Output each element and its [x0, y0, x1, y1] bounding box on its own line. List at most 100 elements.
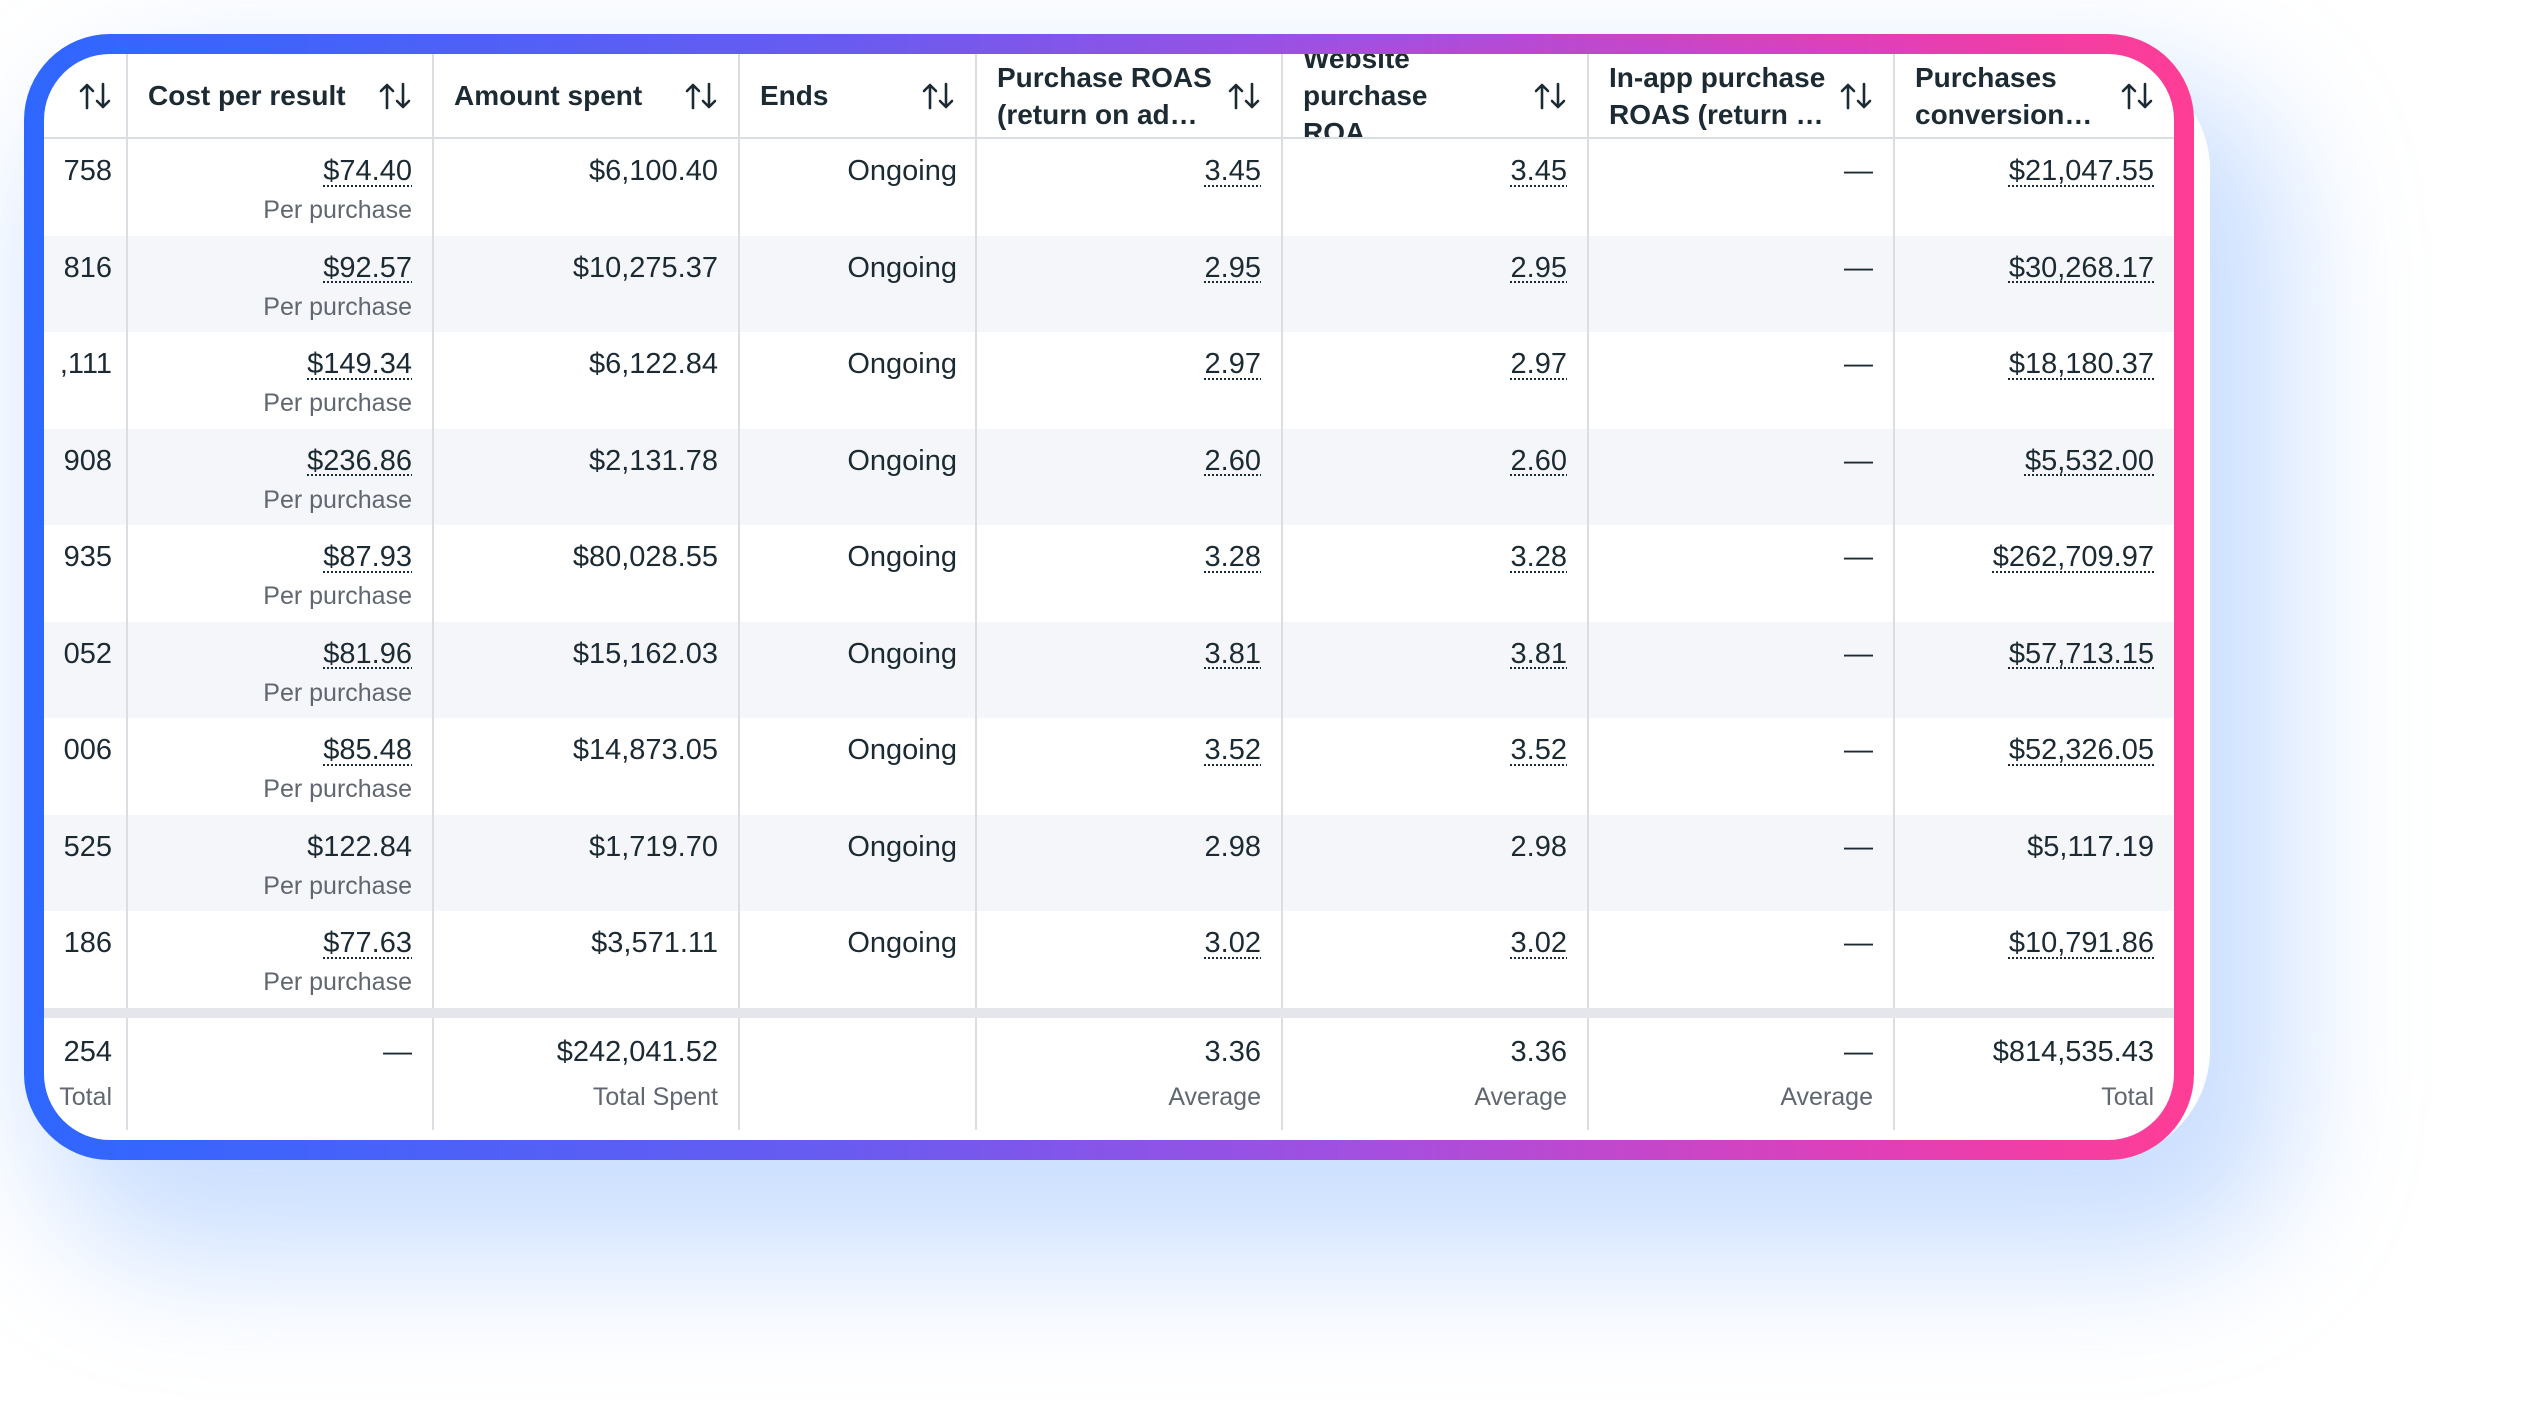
sort-arrows-icon[interactable]: [684, 81, 718, 111]
total-purchases-conversion-label: Total: [2101, 1082, 2154, 1111]
cell-amount-spent: $15,162.03: [434, 621, 740, 718]
inapp-purchase-roas-value: —: [1844, 155, 1873, 187]
amount-spent-value: $6,100.40: [588, 155, 718, 187]
col-header-amount-spent[interactable]: Amount spent: [434, 54, 740, 139]
website-purchase-roas-value[interactable]: 3.81: [1511, 638, 1567, 670]
purchases-conversion-value[interactable]: $21,047.55: [2009, 155, 2154, 187]
purchase-roas-value[interactable]: 3.52: [1205, 734, 1261, 766]
purchases-conversion-value[interactable]: $262,709.97: [1993, 541, 2154, 573]
purchases-conversion-value[interactable]: $57,713.15: [2009, 638, 2154, 670]
col-header-purchase-roas[interactable]: Purchase ROAS (return on ad…: [977, 54, 1283, 139]
cost-per-result-value[interactable]: $149.34: [307, 348, 412, 380]
sort-arrows-icon[interactable]: [78, 81, 112, 111]
totals-separator: [1283, 1007, 1589, 1018]
amount-spent-value: $2,131.78: [588, 444, 718, 477]
totals-separator: [1895, 1007, 2174, 1018]
cell-cost-per-result: $81.96 Per purchase: [128, 621, 434, 718]
website-purchase-roas-value[interactable]: 3.52: [1511, 734, 1567, 766]
cell-purchase-roas: 3.81: [977, 621, 1283, 718]
purchases-conversion-value: $5,117.19: [2027, 830, 2154, 863]
total-purchase-roas-label: Average: [1168, 1082, 1261, 1111]
inapp-purchase-roas-value: —: [1844, 734, 1873, 766]
purchases-conversion-value[interactable]: $52,326.05: [2009, 734, 2154, 766]
col-header-cost-per-result[interactable]: Cost per result: [128, 54, 434, 139]
totals-separator: [128, 1007, 434, 1018]
column-header-label: Cost per result: [148, 80, 346, 111]
col-header-website-purchase-roas[interactable]: Website purchase ROA…: [1283, 54, 1589, 139]
totals-separator: [740, 1007, 977, 1018]
purchase-roas-value[interactable]: 3.02: [1205, 927, 1261, 959]
website-purchase-roas-value[interactable]: 3.02: [1511, 927, 1567, 959]
purchase-roas-value[interactable]: 2.97: [1205, 348, 1261, 380]
ends-value: Ongoing: [847, 444, 957, 477]
website-purchase-roas-value[interactable]: 3.45: [1511, 155, 1567, 187]
cell-ends: Ongoing: [740, 718, 977, 815]
total-partial-label: Total: [59, 1082, 112, 1111]
cell-purchases-conversion: $18,180.37: [1895, 332, 2174, 429]
sort-arrows-icon[interactable]: [921, 81, 955, 111]
sort-arrows-icon[interactable]: [1533, 81, 1567, 111]
cell-purchase-roas: 2.95: [977, 235, 1283, 332]
partial-value: 006: [63, 734, 112, 766]
total-cost-per-result-value: —: [383, 1035, 412, 1068]
totals-separator: [434, 1007, 740, 1018]
total-ends: [740, 1017, 977, 1130]
cell-inapp-purchase-roas: —: [1589, 814, 1895, 911]
total-amount-spent-value: $242,041.52: [556, 1035, 718, 1068]
ends-value: Ongoing: [847, 734, 957, 766]
cost-per-result-unit: Per purchase: [263, 485, 412, 514]
cost-per-result-value[interactable]: $85.48: [323, 734, 412, 766]
cell-purchase-roas: 3.02: [977, 911, 1283, 1008]
cost-per-result-value[interactable]: $77.63: [323, 927, 412, 959]
website-purchase-roas-value[interactable]: 2.60: [1511, 445, 1567, 477]
website-purchase-roas-value[interactable]: 3.28: [1511, 541, 1567, 573]
cost-per-result-value[interactable]: $74.40: [323, 155, 412, 187]
ends-value: Ongoing: [847, 541, 957, 573]
column-header-label: In-app purchase ROAS (return …: [1609, 61, 1826, 130]
cell-ends: Ongoing: [740, 814, 977, 911]
purchase-roas-value[interactable]: 2.95: [1205, 252, 1261, 284]
cell-website-purchase-roas: 3.81: [1283, 621, 1589, 718]
total-inapp-purchase-roas-label: Average: [1780, 1082, 1873, 1111]
inapp-purchase-roas-value: —: [1844, 927, 1873, 959]
purchases-conversion-value[interactable]: $30,268.17: [2009, 252, 2154, 284]
cell-amount-spent: $1,719.70: [434, 814, 740, 911]
col-header-partial[interactable]: [44, 54, 128, 139]
purchase-roas-value[interactable]: 3.45: [1205, 155, 1261, 187]
total-purchase-roas-value: 3.36: [1204, 1035, 1261, 1068]
sort-arrows-icon[interactable]: [2120, 81, 2154, 111]
sort-arrows-icon[interactable]: [1227, 81, 1261, 111]
col-header-purchases-conversion[interactable]: Purchases conversion…: [1895, 54, 2174, 139]
sort-arrows-icon[interactable]: [378, 81, 412, 111]
total-website-purchase-roas-label: Average: [1474, 1082, 1567, 1111]
cell-website-purchase-roas: 3.02: [1283, 911, 1589, 1008]
cost-per-result-value[interactable]: $236.86: [307, 445, 412, 477]
website-purchase-roas-value[interactable]: 2.97: [1511, 348, 1567, 380]
ends-value: Ongoing: [847, 637, 957, 670]
amount-spent-value: $15,162.03: [572, 637, 718, 670]
cell-purchase-roas: 2.98: [977, 814, 1283, 911]
totals-separator: [44, 1007, 128, 1018]
cell-purchases-conversion: $57,713.15: [1895, 621, 2174, 718]
sort-arrows-icon[interactable]: [1839, 81, 1873, 111]
purchases-conversion-value[interactable]: $5,532.00: [2025, 445, 2154, 477]
amount-spent-value: $14,873.05: [572, 734, 718, 766]
cost-per-result-value[interactable]: $81.96: [323, 638, 412, 670]
col-header-ends[interactable]: Ends: [740, 54, 977, 139]
website-purchase-roas-value[interactable]: 2.95: [1511, 252, 1567, 284]
amount-spent-value: $6,122.84: [588, 348, 718, 380]
col-header-inapp-purchase-roas[interactable]: In-app purchase ROAS (return …: [1589, 54, 1895, 139]
gradient-frame: Cost per result Amount spent Ends Purchase …: [24, 34, 2194, 1160]
purchase-roas-value[interactable]: 2.60: [1205, 445, 1261, 477]
cost-per-result-value[interactable]: $87.93: [323, 541, 412, 573]
cost-per-result-value[interactable]: $92.57: [323, 252, 412, 284]
total-amount-spent: $242,041.52 Total Spent: [434, 1017, 740, 1130]
cell-inapp-purchase-roas: —: [1589, 428, 1895, 525]
cell-purchase-roas: 2.60: [977, 428, 1283, 525]
totals-separator: [977, 1007, 1283, 1018]
purchase-roas-value[interactable]: 3.28: [1205, 541, 1261, 573]
total-partial: 254 Total: [44, 1017, 128, 1130]
purchase-roas-value[interactable]: 3.81: [1205, 638, 1261, 670]
purchases-conversion-value[interactable]: $18,180.37: [2009, 348, 2154, 380]
purchases-conversion-value[interactable]: $10,791.86: [2009, 927, 2154, 959]
